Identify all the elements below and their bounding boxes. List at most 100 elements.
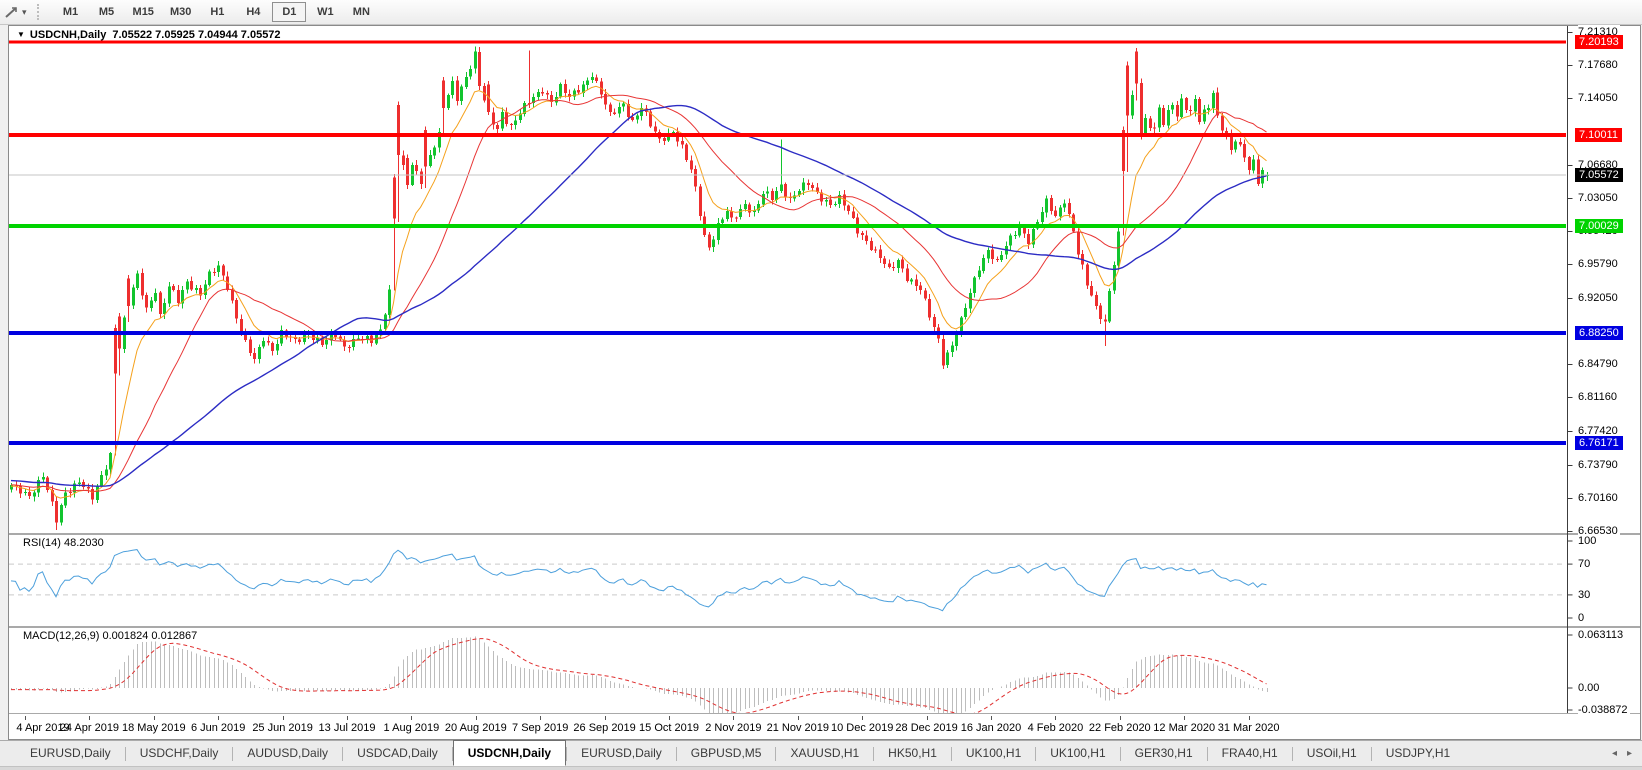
rsi-tick-label: 30 bbox=[1578, 588, 1592, 602]
date-label: 28 Dec 2019 bbox=[895, 722, 957, 734]
chart-tab-EURUSD-Daily[interactable]: EURUSD,Daily bbox=[16, 742, 125, 765]
rsi-tick-label: 100 bbox=[1578, 534, 1598, 548]
date-tick bbox=[927, 716, 928, 720]
chart-tab-USDJPY-H1[interactable]: USDJPY,H1 bbox=[1372, 742, 1464, 765]
price-chart-canvas[interactable] bbox=[9, 26, 1640, 714]
window-caret-icon: ▼ bbox=[17, 30, 25, 39]
price-tick-label: 6.70160 bbox=[1578, 491, 1620, 505]
date-tick bbox=[1055, 716, 1056, 720]
macd-tick-label: 0.00 bbox=[1578, 681, 1601, 695]
price-tick-label: 6.73790 bbox=[1578, 458, 1620, 472]
price-tick-label: 6.92050 bbox=[1578, 291, 1620, 305]
date-tick bbox=[347, 716, 348, 720]
tf-button-W1[interactable]: W1 bbox=[308, 2, 342, 22]
tf-button-M15[interactable]: M15 bbox=[126, 2, 161, 22]
chart-tab-USDCHF-Daily[interactable]: USDCHF,Daily bbox=[126, 742, 233, 765]
tf-button-D1[interactable]: D1 bbox=[272, 2, 306, 22]
chart-tab-UK100-H1[interactable]: UK100,H1 bbox=[952, 742, 1035, 765]
tab-scroll-left-icon[interactable]: ◂ bbox=[1612, 748, 1617, 759]
tf-button-M30[interactable]: M30 bbox=[163, 2, 198, 22]
date-label: 12 Mar 2020 bbox=[1153, 722, 1215, 734]
date-label: 25 Jun 2019 bbox=[252, 722, 313, 734]
date-tick bbox=[218, 716, 219, 720]
date-label: 2 Nov 2019 bbox=[705, 722, 761, 734]
chart-tab-EURUSD-Daily[interactable]: EURUSD,Daily bbox=[567, 742, 676, 765]
date-label: 16 Jan 2020 bbox=[961, 722, 1022, 734]
date-tick bbox=[154, 716, 155, 720]
chart-tab-FRA40-H1[interactable]: FRA40,H1 bbox=[1208, 742, 1292, 765]
price-badge: 7.20193 bbox=[1575, 35, 1623, 49]
chart-tab-HK50-H1[interactable]: HK50,H1 bbox=[874, 742, 951, 765]
date-label: 26 Sep 2019 bbox=[573, 722, 635, 734]
date-tick bbox=[862, 716, 863, 720]
date-label: 31 Mar 2020 bbox=[1218, 722, 1280, 734]
price-badge: 6.76171 bbox=[1575, 436, 1623, 450]
date-tick bbox=[1249, 716, 1250, 720]
date-tick bbox=[283, 716, 284, 720]
tf-button-H4[interactable]: H4 bbox=[236, 2, 270, 22]
price-tick-label: 6.95790 bbox=[1578, 257, 1620, 271]
date-tick bbox=[25, 716, 26, 720]
chart-tab-AUDUSD-Daily[interactable]: AUDUSD,Daily bbox=[233, 742, 342, 765]
price-axis[interactable]: 7.213107.176807.140507.066807.030506.994… bbox=[1571, 26, 1640, 714]
rsi-tick-label: 0 bbox=[1578, 611, 1586, 625]
date-label: 1 Aug 2019 bbox=[384, 722, 440, 734]
date-label: 7 Sep 2019 bbox=[512, 722, 568, 734]
chart-tab-USDCAD-Daily[interactable]: USDCAD,Daily bbox=[343, 742, 452, 765]
date-tick bbox=[669, 716, 670, 720]
price-badge: 7.05572 bbox=[1575, 168, 1623, 182]
price-tick-label: 7.03050 bbox=[1578, 191, 1620, 205]
date-tick bbox=[733, 716, 734, 720]
macd-tick-label: 0.063113 bbox=[1578, 628, 1625, 642]
chart-tab-USDCNH-Daily[interactable]: USDCNH,Daily bbox=[453, 740, 566, 766]
chart-tab-USOil-H1[interactable]: USOil,H1 bbox=[1293, 742, 1371, 765]
macd-label: MACD(12,26,9) 0.001824 0.012867 bbox=[23, 630, 197, 642]
price-tick-label: 6.84790 bbox=[1578, 357, 1620, 371]
chart-tab-XAUUSD-H1[interactable]: XAUUSD,H1 bbox=[776, 742, 873, 765]
chart-title: ▼ USDCNH,Daily 7.05522 7.05925 7.04944 7.0… bbox=[17, 29, 287, 41]
date-tick bbox=[411, 716, 412, 720]
date-tick bbox=[991, 716, 992, 720]
price-badge: 7.00029 bbox=[1575, 219, 1623, 233]
chart-tab-list: EURUSD,DailyUSDCHF,DailyAUDUSD,DailyUSDC… bbox=[16, 742, 1464, 766]
date-label: 4 Feb 2020 bbox=[1028, 722, 1084, 734]
tf-button-M1[interactable]: M1 bbox=[54, 2, 88, 22]
date-axis[interactable]: 4 Apr 201924 Apr 201918 May 20196 Jun 20… bbox=[9, 716, 1569, 739]
rsi-tick-label: 70 bbox=[1578, 557, 1592, 571]
top-toolbar: ▾ M1M5M15M30H1H4D1W1MN bbox=[0, 0, 1642, 25]
date-label: 13 Jul 2019 bbox=[319, 722, 376, 734]
tf-button-M5[interactable]: M5 bbox=[90, 2, 124, 22]
chart-tab-GBPUSD-M5[interactable]: GBPUSD,M5 bbox=[677, 742, 776, 765]
date-label: 21 Nov 2019 bbox=[767, 722, 829, 734]
chart-window: ▼ USDCNH,Daily 7.05522 7.05925 7.04944 7.0… bbox=[8, 25, 1641, 740]
price-tick-label: 7.14050 bbox=[1578, 91, 1620, 105]
date-tick bbox=[89, 716, 90, 720]
price-badge: 7.10011 bbox=[1575, 128, 1622, 142]
date-label: 20 Aug 2019 bbox=[445, 722, 507, 734]
rsi-label: RSI(14) 48.2030 bbox=[23, 537, 104, 549]
chart-tab-UK100-H1[interactable]: UK100,H1 bbox=[1036, 742, 1119, 765]
macd-tick-label: -0.038872 bbox=[1578, 703, 1630, 717]
chart-mode-icon[interactable] bbox=[2, 3, 22, 21]
price-badge: 6.88250 bbox=[1575, 326, 1623, 340]
tab-scroll-arrows: ◂ ▸ bbox=[1612, 748, 1632, 759]
date-label: 24 Apr 2019 bbox=[60, 722, 119, 734]
chart-tab-GER30-H1[interactable]: GER30,H1 bbox=[1121, 742, 1207, 765]
date-tick bbox=[605, 716, 606, 720]
date-label: 22 Feb 2020 bbox=[1089, 722, 1151, 734]
window-bottom-strip bbox=[0, 766, 1642, 770]
price-tick-label: 7.17680 bbox=[1578, 58, 1620, 72]
chart-symbol: USDCNH,Daily bbox=[30, 29, 106, 41]
timeframe-button-group: M1M5M15M30H1H4D1W1MN bbox=[53, 2, 380, 22]
date-label: 10 Dec 2019 bbox=[831, 722, 893, 734]
date-tick bbox=[1184, 716, 1185, 720]
date-label: 18 May 2019 bbox=[122, 722, 186, 734]
tab-scroll-right-icon[interactable]: ▸ bbox=[1627, 748, 1632, 759]
toolbar-grip bbox=[37, 4, 43, 20]
date-tick bbox=[476, 716, 477, 720]
date-tick bbox=[540, 716, 541, 720]
dropdown-caret-icon[interactable]: ▾ bbox=[22, 7, 31, 18]
chart-ohlc: 7.05522 7.05925 7.04944 7.05572 bbox=[112, 29, 280, 41]
tf-button-MN[interactable]: MN bbox=[344, 2, 378, 22]
tf-button-H1[interactable]: H1 bbox=[200, 2, 234, 22]
